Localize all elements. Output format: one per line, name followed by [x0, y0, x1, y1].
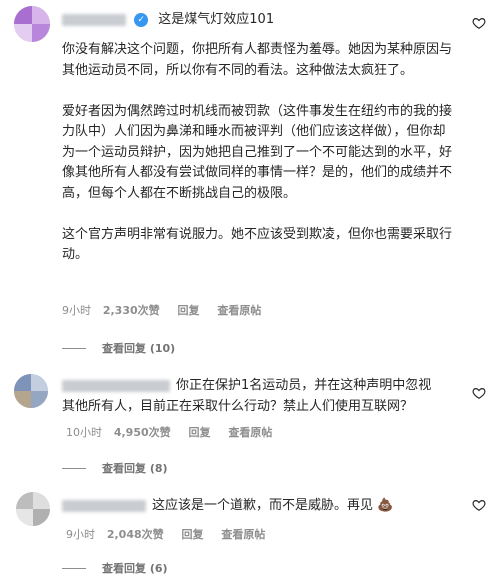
view-replies-label: 查看回复 (10): [102, 342, 176, 355]
heart-outline-icon[interactable]: [472, 498, 486, 512]
view-replies-label: 查看回复 (6): [102, 562, 168, 575]
divider: [62, 467, 86, 469]
reply-button[interactable]: 回复: [188, 426, 210, 439]
timestamp[interactable]: 9小时: [62, 304, 91, 317]
divider: [62, 567, 86, 569]
comment-meta: 9小时 2,330次赞 回复 查看原帖: [62, 302, 275, 318]
comment-1: ✓ 这是煤气灯效应101 你没有解决这个问题，你把所有人都责怪为羞辱。她因为某种…: [0, 0, 498, 360]
view-original-button[interactable]: 查看原帖: [221, 528, 265, 541]
username[interactable]: [62, 499, 146, 512]
view-replies-button[interactable]: 查看回复 (10): [62, 340, 175, 356]
like-count[interactable]: 4,950次赞: [114, 426, 171, 439]
comment-text-continued: 其他所有人，目前正在采取什么行动？禁止人们使用互联网？: [62, 398, 414, 414]
comment-meta: 9小时 2,048次赞 回复 查看原帖: [66, 526, 279, 542]
view-original-button[interactable]: 查看原帖: [228, 426, 272, 439]
reply-button[interactable]: 回复: [181, 528, 203, 541]
avatar[interactable]: [14, 6, 50, 42]
comment-text: 这应该是一个道歉，而不是威胁。再见 💩: [152, 498, 394, 513]
heart-outline-icon[interactable]: [472, 386, 486, 400]
username[interactable]: [62, 379, 170, 392]
timestamp[interactable]: 10小时: [66, 426, 102, 439]
comment-3: 这应该是一个道歉，而不是威胁。再见 💩 9小时 2,048次赞 回复 查看原帖 …: [0, 488, 498, 585]
comment-header: ✓ 这是煤气灯效应101: [62, 10, 274, 30]
view-replies-button[interactable]: 查看回复 (6): [62, 560, 168, 576]
like-count[interactable]: 2,048次赞: [107, 528, 164, 541]
like-count[interactable]: 2,330次赞: [103, 304, 160, 317]
avatar[interactable]: [16, 492, 50, 526]
comment-2: 你正在保护1名运动员，并在这种声明中忽视 其他所有人，目前正在采取什么行动？禁止…: [0, 370, 498, 480]
comment-paragraph: 你没有解决这个问题，你把所有人都责怪为羞辱。她因为某种原因与其他运动员不同，所以…: [62, 42, 453, 78]
reply-button[interactable]: 回复: [177, 304, 199, 317]
comment-body: 你正在保护1名运动员，并在这种声明中忽视 其他所有人，目前正在采取什么行动？禁止…: [62, 376, 462, 417]
avatar[interactable]: [14, 374, 48, 408]
verified-badge-icon: ✓: [134, 12, 149, 27]
view-replies-button[interactable]: 查看回复 (8): [62, 460, 168, 476]
username[interactable]: [62, 13, 126, 26]
divider: [62, 347, 86, 349]
comment-text-lead: 这是煤气灯效应101: [158, 12, 275, 27]
comment-body: 你没有解决这个问题，你把所有人都责怪为羞辱。她因为某种原因与其他运动员不同，所以…: [62, 40, 454, 266]
heart-outline-icon[interactable]: [472, 16, 486, 30]
comment-body: 这应该是一个道歉，而不是威胁。再见 💩: [62, 496, 393, 517]
timestamp[interactable]: 9小时: [66, 528, 95, 541]
comment-meta: 10小时 4,950次赞 回复 查看原帖: [66, 424, 286, 440]
comment-text: 你正在保护1名运动员，并在这种声明中忽视: [176, 378, 432, 393]
view-original-button[interactable]: 查看原帖: [217, 304, 261, 317]
comment-paragraph: 爱好者因为偶然跨过时机线而被罚款（这件事发生在纽约市的我的接力队中）人们因为鼻涕…: [62, 103, 453, 201]
view-replies-label: 查看回复 (8): [102, 462, 168, 475]
comment-paragraph: 这个官方声明非常有说服力。她不应该受到欺凌，但你也需要采取行动。: [62, 226, 453, 263]
